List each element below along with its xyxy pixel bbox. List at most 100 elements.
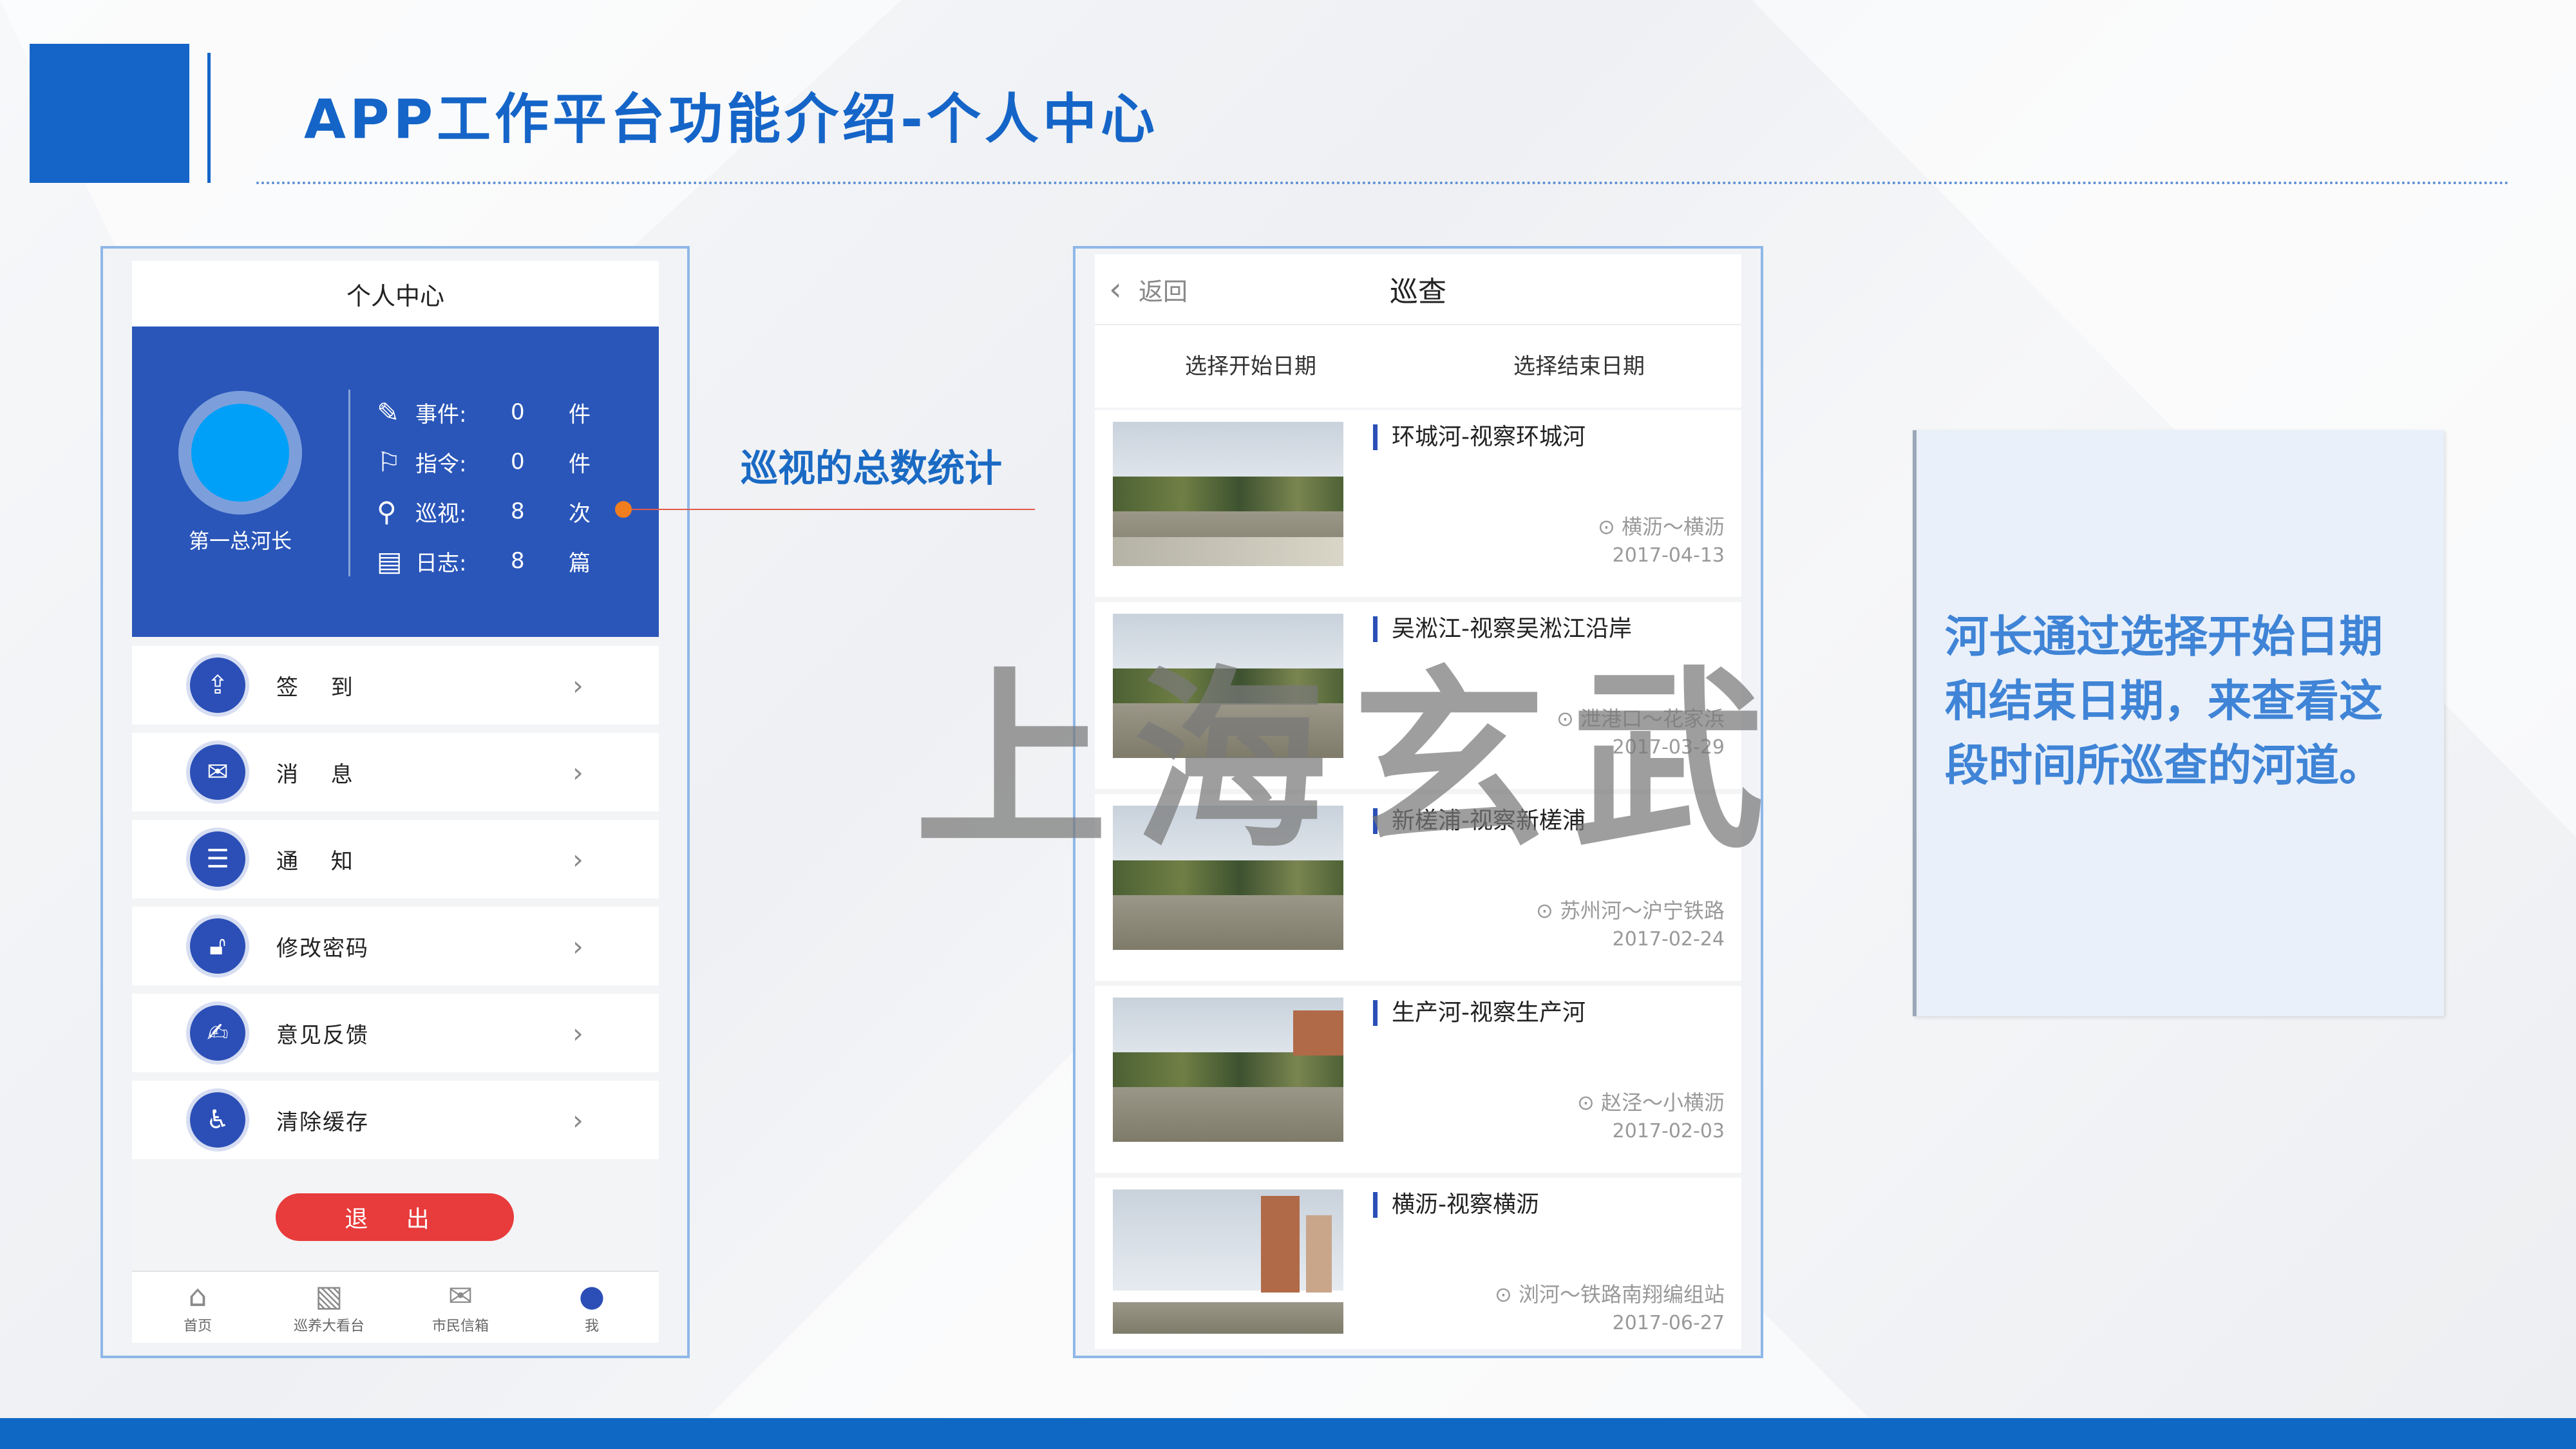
dashboard-icon: ▧ <box>315 1278 343 1313</box>
description-text: 河长通过选择开始日期和结束日期，来查看这段时间所巡查的河道。 <box>1945 612 2383 791</box>
menu-item-messages[interactable]: ✉ 消 息 › <box>132 733 659 811</box>
item-location-text: 横沥～横沥 <box>1621 515 1725 539</box>
edit-icon: ✎ <box>377 396 400 428</box>
item-title: 生产河-视察生产河 <box>1373 1000 1586 1026</box>
tab-dashboard[interactable]: ▧ 巡养大看台 <box>263 1272 395 1343</box>
checkin-icon: ⇪ <box>190 658 245 713</box>
chevron-right-icon: › <box>573 756 583 788</box>
item-location: ⊙ 苏州河～沪宁铁路 <box>1536 895 1725 924</box>
stat-unit: 件 <box>569 451 591 477</box>
menu-item-label: 通 知 <box>276 848 354 875</box>
item-title: 环城河-视察环城河 <box>1373 424 1586 450</box>
patrol-title: 巡查 <box>1390 276 1446 308</box>
annotation-leader-line <box>632 509 1035 510</box>
menu-item-label: 清除缓存 <box>276 1109 369 1135</box>
stat-logs: ▤ 日志: 8 篇 <box>377 538 634 583</box>
slide-title: APP工作平台功能介绍-个人中心 <box>304 88 1159 151</box>
tab-me[interactable]: ● 我 <box>526 1272 658 1343</box>
item-date: 2017-06-27 <box>1612 1312 1725 1334</box>
tab-home[interactable]: ⌂ 首页 <box>132 1272 263 1343</box>
user-name: 第一总河长 <box>188 529 292 553</box>
home-icon: ⌂ <box>188 1278 207 1313</box>
tab-label: 市民信箱 <box>431 1318 489 1334</box>
date-range-selector: 选择开始日期 选择结束日期 <box>1095 324 1741 408</box>
tab-mailbox[interactable]: ✉ 市民信箱 <box>395 1272 526 1343</box>
stat-label: 事件: <box>415 401 467 428</box>
person-location-icon: ⚲ <box>377 495 397 527</box>
item-date: 2017-02-24 <box>1612 928 1725 951</box>
stat-unit: 次 <box>569 500 591 527</box>
patrol-header: 巡查 ‹ 返回 <box>1095 254 1741 324</box>
menu-item-label: 签 到 <box>276 674 354 701</box>
menu-item-label: 意见反馈 <box>276 1022 369 1048</box>
river-photo <box>1113 998 1343 1142</box>
stat-patrols: ⚲ 巡视: 8 次 <box>377 489 634 534</box>
feedback-icon: ✍ <box>190 1005 245 1061</box>
stat-value: 8 <box>511 498 525 524</box>
mail-icon: ✉ <box>448 1278 473 1313</box>
menu-item-label: 消 息 <box>276 761 354 788</box>
chevron-right-icon: › <box>573 843 583 875</box>
lock-icon: 🔓︎ <box>190 918 245 974</box>
chevron-left-icon: ‹ <box>1109 270 1122 308</box>
stat-label: 指令: <box>415 451 467 477</box>
patrol-list-item[interactable]: 环城河-视察环城河 ⊙ 横沥～横沥 2017-04-13 <box>1095 410 1741 597</box>
item-title: 横沥-视察横沥 <box>1373 1192 1539 1218</box>
stats-divider <box>348 390 350 576</box>
profile-header: 个人中心 <box>132 261 659 327</box>
menu-item-notices[interactable]: ☰ 通 知 › <box>132 820 659 898</box>
tab-label: 巡养大看台 <box>293 1318 365 1334</box>
stat-unit: 件 <box>569 401 591 428</box>
avatar[interactable] <box>178 391 302 515</box>
river-photo <box>1113 1189 1343 1334</box>
footer-bar <box>0 1418 2576 1449</box>
item-location: ⊙ 浏河～铁路南翔编组站 <box>1495 1278 1725 1308</box>
location-pin-icon: ⊙ <box>1536 898 1560 923</box>
menu-item-checkin[interactable]: ⇪ 签 到 › <box>132 646 659 724</box>
profile-screen: 个人中心 第一总河长 ✎ 事件: 0 件 ⚐ 指令: 0 件 ⚲ 巡视: 8 次… <box>132 261 659 1343</box>
stat-events: ✎ 事件: 0 件 <box>377 390 634 435</box>
header-divider <box>207 53 211 183</box>
menu-item-label: 修改密码 <box>276 935 369 961</box>
back-button[interactable]: ‹ 返回 <box>1109 270 1188 308</box>
tab-label: 我 <box>584 1318 599 1334</box>
logout-button[interactable]: 退 出 <box>276 1193 514 1241</box>
item-date: 2017-04-13 <box>1612 544 1725 567</box>
item-location-text: 赵泾～小横沥 <box>1600 1090 1725 1115</box>
location-pin-icon: ⊙ <box>1577 1090 1601 1115</box>
message-icon: ✉ <box>190 744 245 800</box>
stat-value: 8 <box>511 548 525 574</box>
stat-label: 日志: <box>415 550 467 576</box>
start-date-button[interactable]: 选择开始日期 <box>1185 348 1316 380</box>
item-location: ⊙ 赵泾～小横沥 <box>1577 1086 1725 1116</box>
flag-icon: ⚐ <box>377 446 401 478</box>
tab-label: 首页 <box>183 1318 212 1334</box>
header-dotted-rule <box>256 182 2510 184</box>
patrol-list-item[interactable]: 横沥-视察横沥 ⊙ 浏河～铁路南翔编组站 2017-06-27 <box>1095 1178 1741 1349</box>
user-icon: ● <box>578 1278 605 1313</box>
stat-value: 0 <box>511 449 525 475</box>
river-photo <box>1113 422 1343 566</box>
notice-icon: ☰ <box>190 831 245 887</box>
menu-item-clear-cache[interactable]: ♿︎ 清除缓存 › <box>132 1081 659 1159</box>
back-label: 返回 <box>1139 277 1188 306</box>
stat-orders: ⚐ 指令: 0 件 <box>377 439 634 484</box>
stat-label: 巡视: <box>415 500 467 527</box>
location-pin-icon: ⊙ <box>1495 1282 1519 1307</box>
end-date-button[interactable]: 选择结束日期 <box>1513 348 1645 380</box>
clear-cache-icon: ♿︎ <box>190 1092 245 1148</box>
chevron-right-icon: › <box>573 930 583 962</box>
annotation-label: 巡视的总数统计 <box>741 446 1003 490</box>
item-location: ⊙ 横沥～横沥 <box>1598 511 1725 540</box>
profile-summary-panel: 第一总河长 ✎ 事件: 0 件 ⚐ 指令: 0 件 ⚲ 巡视: 8 次 ▤ 日志… <box>132 327 659 637</box>
menu-item-change-password[interactable]: 🔓︎ 修改密码 › <box>132 907 659 985</box>
item-location-text: 浏河～铁路南翔编组站 <box>1518 1282 1725 1307</box>
bottom-tab-bar: ⌂ 首页 ▧ 巡养大看台 ✉ 市民信箱 ● 我 <box>132 1271 659 1343</box>
patrol-list-item[interactable]: 生产河-视察生产河 ⊙ 赵泾～小横沥 2017-02-03 <box>1095 986 1741 1173</box>
watermark: 上海玄武 <box>914 647 1790 875</box>
stat-value: 0 <box>511 399 525 425</box>
log-icon: ▤ <box>377 545 402 577</box>
menu-item-feedback[interactable]: ✍ 意见反馈 › <box>132 994 659 1072</box>
item-location-text: 苏州河～沪宁铁路 <box>1559 898 1725 923</box>
location-pin-icon: ⊙ <box>1598 515 1622 539</box>
